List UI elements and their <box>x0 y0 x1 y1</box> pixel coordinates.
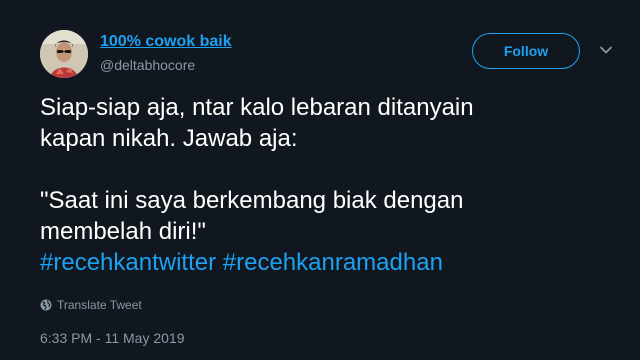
translate-tweet-label: Translate Tweet <box>57 298 142 312</box>
tweet-card: 100% cowok baik @deltabhocore Follow Sia… <box>0 0 640 360</box>
hashtag-link[interactable]: #recehkantwitter <box>40 249 216 276</box>
author-display-name[interactable]: 100% cowok baik <box>100 33 232 51</box>
tweet-text: Siap-siap aja, ntar kalo lebaran ditanya… <box>40 92 620 278</box>
translate-tweet-link[interactable]: Translate Tweet <box>40 298 142 312</box>
tweet-text-line: membelah diri!" <box>40 218 206 245</box>
chevron-down-icon[interactable] <box>598 42 614 58</box>
follow-button[interactable]: Follow <box>472 33 580 69</box>
globe-icon <box>40 299 52 311</box>
hashtags: #recehkantwitter #recehkanramadhan <box>40 247 620 278</box>
tweet-text-line: Siap-siap aja, ntar kalo lebaran ditanya… <box>40 94 474 121</box>
tweet-timestamp[interactable]: 6:33 PM - 11 May 2019 <box>40 330 184 346</box>
author-handle[interactable]: @deltabhocore <box>100 57 195 73</box>
tweet-text-line: kapan nikah. Jawab aja: <box>40 125 298 152</box>
tweet-text-line: "Saat ini saya berkembang biak dengan <box>40 187 464 214</box>
hashtag-link[interactable]: #recehkanramadhan <box>223 249 443 276</box>
avatar[interactable] <box>40 30 88 78</box>
